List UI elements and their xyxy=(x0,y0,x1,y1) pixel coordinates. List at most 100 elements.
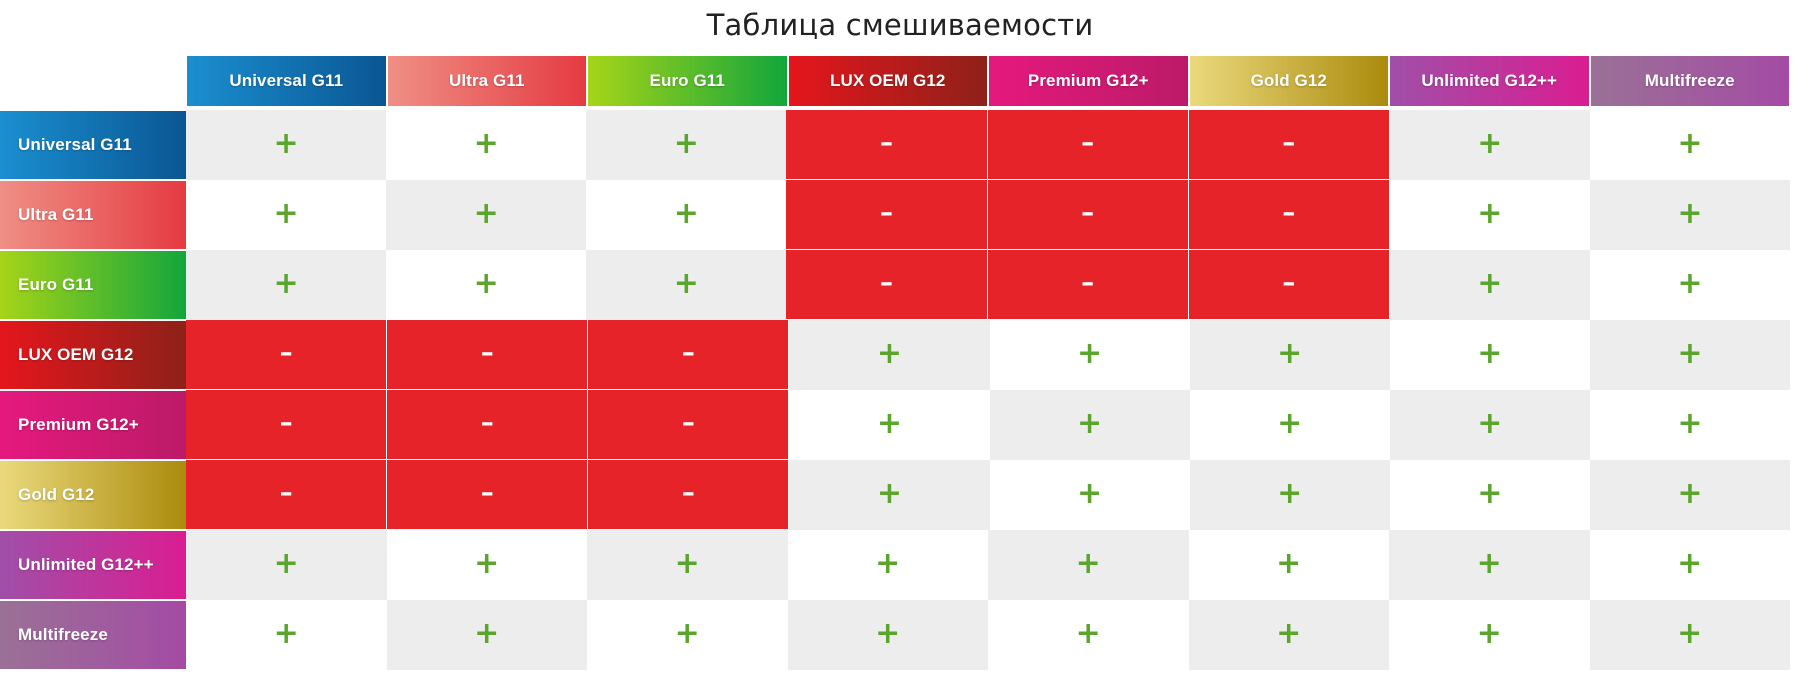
plus-icon: + xyxy=(273,126,299,161)
row-header-lux-oem-g12[interactable]: LUX OEM G12 xyxy=(0,321,186,389)
minus-icon: – xyxy=(1081,127,1095,158)
minus-icon: – xyxy=(279,407,293,438)
minus-icon: – xyxy=(879,267,893,298)
cell-compatible: + xyxy=(586,180,787,250)
page-title: Таблица смешиваемости xyxy=(706,8,1094,42)
cell-incompatible: – xyxy=(786,110,988,180)
cell-incompatible: – xyxy=(987,180,1189,250)
cell-compatible: + xyxy=(989,320,1190,390)
cell-incompatible: – xyxy=(1188,110,1390,180)
plus-icon: + xyxy=(1477,336,1503,371)
cell-compatible: + xyxy=(1589,530,1790,600)
minus-icon: – xyxy=(480,477,494,508)
row-header-multifreeze[interactable]: Multifreeze xyxy=(0,601,186,669)
plus-icon: + xyxy=(474,546,500,581)
cell-compatible: + xyxy=(1389,250,1590,320)
table-row: Unlimited G12++ + + + + + + + + xyxy=(0,530,1790,600)
cell-compatible: + xyxy=(186,530,387,600)
cell-incompatible: – xyxy=(186,460,388,530)
cell-compatible: + xyxy=(186,600,387,670)
plus-icon: + xyxy=(1477,266,1503,301)
column-header-multifreeze[interactable]: Multifreeze xyxy=(1590,56,1789,106)
row-cells: – – – + + + + + xyxy=(186,320,1790,390)
cell-compatible: + xyxy=(1389,460,1590,530)
cell-compatible: + xyxy=(789,460,990,530)
minus-icon: – xyxy=(279,477,293,508)
plus-icon: + xyxy=(875,546,901,581)
plus-icon: + xyxy=(876,406,902,441)
cell-compatible: + xyxy=(1389,110,1590,180)
plus-icon: + xyxy=(1677,616,1703,651)
row-header-ultra-g11[interactable]: Ultra G11 xyxy=(0,181,186,249)
cell-compatible: + xyxy=(386,180,587,250)
plus-icon: + xyxy=(1076,406,1103,441)
table-row: LUX OEM G12 – – – + + + + + xyxy=(0,320,1790,390)
plus-icon: + xyxy=(1075,616,1101,651)
compatibility-matrix: Universal G11 Ultra G11 Euro G11 LUX OEM G1… xyxy=(0,54,1800,674)
plus-icon: + xyxy=(473,126,499,161)
row-header-universal-g11[interactable]: Universal G11 xyxy=(0,111,186,179)
plus-icon: + xyxy=(1277,406,1303,441)
cell-compatible: + xyxy=(1589,320,1790,390)
cell-incompatible: – xyxy=(186,320,388,390)
column-header-premium-g12plus[interactable]: Premium G12+ xyxy=(989,56,1188,106)
cell-compatible: + xyxy=(1389,530,1590,600)
plus-icon: + xyxy=(473,266,499,301)
plus-icon: + xyxy=(674,616,700,651)
column-header-universal-g11[interactable]: Universal G11 xyxy=(187,56,386,106)
plus-icon: + xyxy=(1677,196,1703,231)
column-header-euro-g11[interactable]: Euro G11 xyxy=(588,56,787,106)
cell-compatible: + xyxy=(1589,390,1790,460)
plus-icon: + xyxy=(1276,546,1302,581)
cell-incompatible: – xyxy=(186,390,388,460)
cell-compatible: + xyxy=(988,530,1189,600)
plus-icon: + xyxy=(1477,406,1503,441)
plus-icon: + xyxy=(1677,126,1703,161)
plus-icon: + xyxy=(1677,266,1703,301)
plus-icon: + xyxy=(273,266,299,301)
minus-icon: – xyxy=(279,337,293,368)
row-header-premium-g12plus[interactable]: Premium G12+ xyxy=(0,391,186,459)
plus-icon: + xyxy=(1076,476,1103,511)
plus-icon: + xyxy=(1477,196,1503,231)
minus-icon: – xyxy=(480,337,494,368)
cell-compatible: + xyxy=(586,110,787,180)
row-cells: – – – + + + + + xyxy=(186,390,1790,460)
column-header-lux-oem-g12[interactable]: LUX OEM G12 xyxy=(788,56,987,106)
cell-compatible: + xyxy=(787,600,988,670)
column-header-ultra-g11[interactable]: Ultra G11 xyxy=(387,56,586,106)
plus-icon: + xyxy=(1677,476,1703,511)
plus-icon: + xyxy=(673,196,699,231)
column-header-gold-g12[interactable]: Gold G12 xyxy=(1189,56,1388,106)
row-cells: + + + – – – + + xyxy=(186,110,1790,180)
plus-icon: + xyxy=(1477,126,1503,161)
table-row: Universal G11 + + + – – – + + xyxy=(0,110,1790,180)
plus-icon: + xyxy=(273,196,299,231)
plus-icon: + xyxy=(1476,546,1502,581)
column-header-row: Universal G11 Ultra G11 Euro G11 LUX OEM G1… xyxy=(186,56,1790,106)
row-header-unlimited-g12plusplus[interactable]: Unlimited G12++ xyxy=(0,531,186,599)
plus-icon: + xyxy=(674,546,700,581)
plus-icon: + xyxy=(473,196,499,231)
plus-icon: + xyxy=(1476,616,1502,651)
row-header-euro-g11[interactable]: Euro G11 xyxy=(0,251,186,319)
table-row: Multifreeze + + + + + + + + xyxy=(0,600,1790,670)
row-header-gold-g12[interactable]: Gold G12 xyxy=(0,461,186,529)
column-header-unlimited-g12plusplus[interactable]: Unlimited G12++ xyxy=(1390,56,1589,106)
cell-compatible: + xyxy=(1389,180,1590,250)
cell-compatible: + xyxy=(386,600,587,670)
row-cells: – – – + + + + + xyxy=(186,460,1790,530)
cell-incompatible: – xyxy=(786,250,988,320)
cell-compatible: + xyxy=(1189,320,1390,390)
row-cells: + + + + + + + + xyxy=(186,530,1790,600)
plus-icon: + xyxy=(876,476,902,511)
cell-compatible: + xyxy=(587,600,788,670)
minus-icon: – xyxy=(879,127,893,158)
cell-compatible: + xyxy=(386,250,587,320)
minus-icon: – xyxy=(1282,267,1296,298)
cell-incompatible: – xyxy=(387,460,589,530)
cell-incompatible: – xyxy=(588,460,790,530)
cell-compatible: + xyxy=(787,530,988,600)
minus-icon: – xyxy=(681,337,695,368)
cell-compatible: + xyxy=(186,110,387,180)
